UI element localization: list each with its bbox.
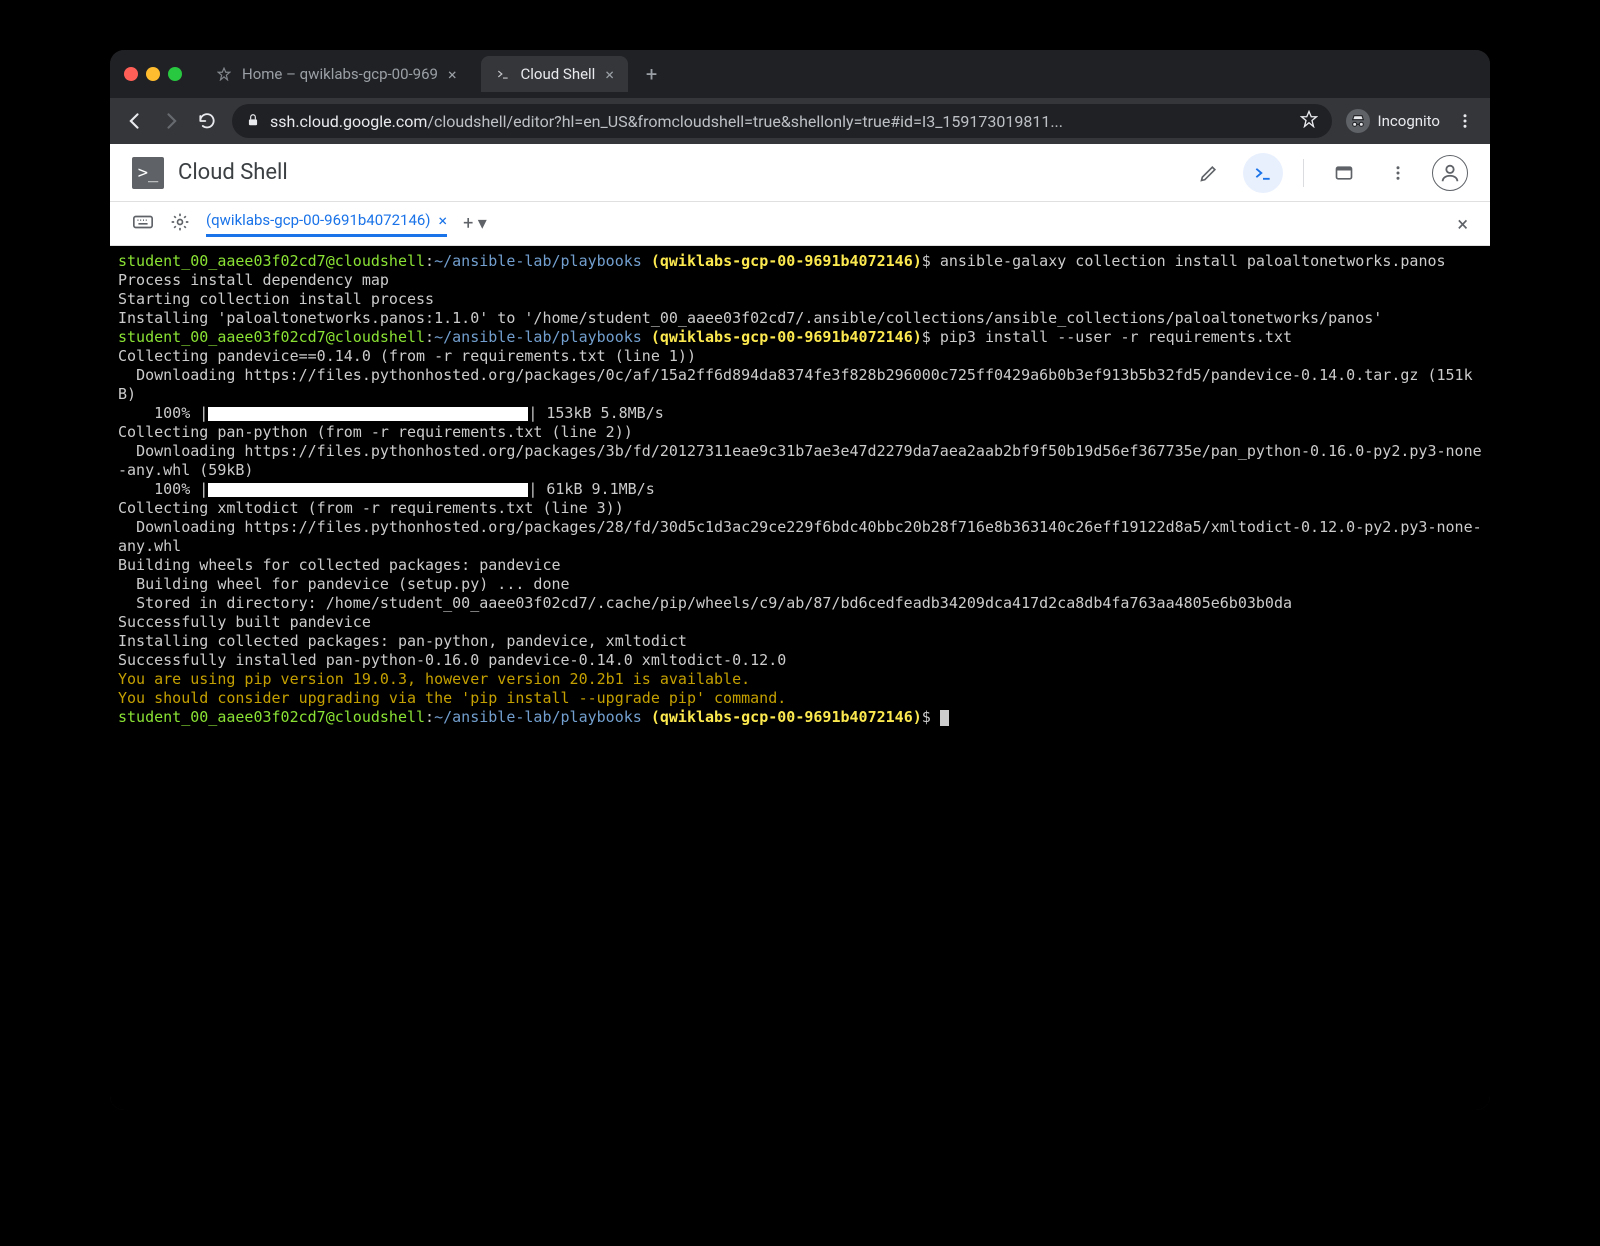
- close-panel-button[interactable]: ×: [1457, 212, 1468, 236]
- terminal[interactable]: student_00_aaee03f02cd7@cloudshell:~/ans…: [110, 246, 1490, 1110]
- command-2: pip3 install --user -r requirements.txt: [940, 328, 1292, 346]
- incognito-icon: [1346, 109, 1370, 133]
- cloudshell-logo-icon: >_: [132, 157, 164, 189]
- close-window-button[interactable]: [124, 67, 138, 81]
- qwiklabs-favicon-icon: [216, 66, 232, 82]
- settings-icon[interactable]: [170, 212, 190, 236]
- url-text: ssh.cloud.google.com/cloudshell/editor?h…: [270, 112, 1290, 131]
- forward-button[interactable]: [160, 110, 182, 132]
- session-tab[interactable]: (qwiklabs-gcp-00-9691b4072146) ×: [206, 211, 447, 237]
- command-1: ansible-galaxy collection install paloal…: [940, 252, 1446, 270]
- browser-window: Home – qwiklabs-gcp-00-969 × Cloud Shell…: [110, 50, 1490, 1110]
- star-icon[interactable]: [1300, 110, 1318, 132]
- tab-strip: Home – qwiklabs-gcp-00-969 × Cloud Shell…: [110, 50, 1490, 98]
- cloudshell-favicon-icon: [495, 66, 511, 82]
- incognito-indicator[interactable]: Incognito: [1346, 109, 1440, 133]
- new-tab-button[interactable]: +: [638, 62, 665, 86]
- terminal-cursor: [940, 710, 949, 726]
- window-controls: [124, 67, 182, 81]
- close-tab-icon[interactable]: ×: [448, 65, 457, 84]
- add-session-button[interactable]: + ▾: [463, 213, 487, 234]
- tab-title: Home – qwiklabs-gcp-00-969: [242, 65, 438, 83]
- progress-bar: [208, 483, 528, 497]
- keyboard-icon[interactable]: [132, 211, 154, 237]
- progress-bar: [208, 407, 528, 421]
- tab-qwiklabs[interactable]: Home – qwiklabs-gcp-00-969 ×: [202, 56, 471, 92]
- account-avatar[interactable]: [1432, 155, 1468, 191]
- address-bar[interactable]: ssh.cloud.google.com/cloudshell/editor?h…: [232, 104, 1332, 138]
- terminal-button[interactable]: [1243, 153, 1283, 193]
- close-tab-icon[interactable]: ×: [605, 65, 614, 84]
- open-window-button[interactable]: [1324, 153, 1364, 193]
- session-tab-label: (qwiklabs-gcp-00-9691b4072146): [206, 211, 431, 229]
- tab-title: Cloud Shell: [521, 65, 596, 83]
- close-session-icon[interactable]: ×: [439, 211, 448, 230]
- lock-icon: [246, 112, 260, 131]
- incognito-label: Incognito: [1378, 112, 1440, 130]
- edit-button[interactable]: [1189, 153, 1229, 193]
- cloudshell-header: >_ Cloud Shell: [110, 144, 1490, 202]
- cloudshell-tabbar: (qwiklabs-gcp-00-9691b4072146) × + ▾ ×: [110, 202, 1490, 246]
- cloudshell-title: Cloud Shell: [178, 160, 288, 185]
- reload-button[interactable]: [196, 110, 218, 132]
- maximize-window-button[interactable]: [168, 67, 182, 81]
- more-menu-button[interactable]: [1378, 153, 1418, 193]
- browser-menu-button[interactable]: [1454, 110, 1476, 132]
- divider: [1303, 159, 1304, 187]
- tab-cloudshell[interactable]: Cloud Shell ×: [481, 56, 628, 92]
- back-button[interactable]: [124, 110, 146, 132]
- minimize-window-button[interactable]: [146, 67, 160, 81]
- toolbar: ssh.cloud.google.com/cloudshell/editor?h…: [110, 98, 1490, 144]
